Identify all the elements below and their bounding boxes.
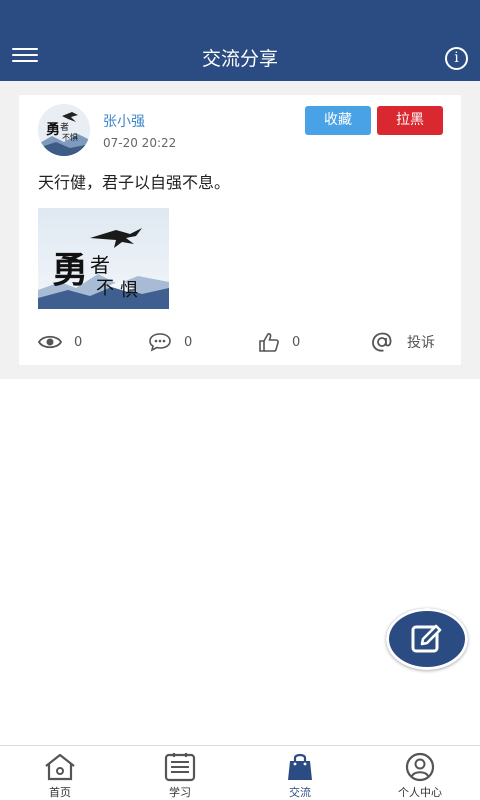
tab-exchange[interactable]: 交流: [240, 746, 360, 800]
tab-profile-label: 个人中心: [398, 786, 442, 799]
report-label: 投诉: [407, 335, 435, 351]
block-button[interactable]: 拉黑: [377, 106, 443, 135]
edit-icon: [411, 624, 442, 653]
view-count-value: 0: [74, 334, 83, 350]
svg-text:惧: 惧: [120, 280, 138, 301]
report-button[interactable]: 投诉: [371, 331, 435, 353]
view-count: 0: [38, 331, 82, 353]
bottom-tab-bar: 首页 学习 交流 个人中心: [0, 745, 480, 800]
info-icon[interactable]: i: [445, 47, 468, 70]
tab-exchange-label: 交流: [289, 786, 311, 799]
avatar[interactable]: 勇 者 不惧: [38, 104, 90, 156]
comment-count-value: 0: [184, 334, 193, 350]
post-text: 天行健，君子以自强不息。: [38, 173, 231, 192]
tab-home-label: 首页: [49, 786, 71, 799]
tab-study-label: 学习: [169, 786, 191, 799]
home-icon: [45, 753, 75, 781]
at-sign-icon: [372, 332, 392, 352]
post-actions: 0 0 0 投诉: [19, 331, 461, 353]
like-count-value: 0: [292, 334, 301, 350]
user-icon: [405, 752, 435, 782]
app-header: 交流分享 i: [0, 0, 480, 81]
username[interactable]: 张小强: [103, 111, 145, 131]
svg-text:勇: 勇: [46, 122, 60, 138]
post-image[interactable]: 勇 者 不 惧: [38, 208, 169, 309]
like-button[interactable]: 0: [258, 331, 300, 353]
tab-home[interactable]: 首页: [0, 746, 120, 800]
svg-text:者: 者: [60, 122, 69, 133]
comment-icon: [149, 333, 171, 352]
page-title: 交流分享: [201, 48, 278, 70]
tab-study[interactable]: 学习: [120, 746, 240, 800]
svg-text:勇: 勇: [52, 249, 88, 291]
book-icon: [164, 753, 196, 782]
eye-icon: [38, 335, 62, 349]
comment-button[interactable]: 0: [148, 331, 192, 353]
thumbs-up-icon: [259, 333, 279, 352]
post-card: 勇 者 不惧 张小强 07-20 20:22 收藏 拉黑 天行健，君子以自强不息…: [19, 95, 461, 365]
favorite-button[interactable]: 收藏: [305, 106, 371, 135]
tab-profile[interactable]: 个人中心: [360, 746, 480, 800]
post-time: 07-20 20:22: [103, 136, 177, 150]
svg-text:不: 不: [96, 278, 114, 299]
compose-post-button[interactable]: [386, 608, 468, 670]
shopping-bag-icon: [288, 753, 312, 780]
svg-text:者: 者: [90, 253, 110, 277]
svg-text:不惧: 不惧: [62, 132, 78, 142]
